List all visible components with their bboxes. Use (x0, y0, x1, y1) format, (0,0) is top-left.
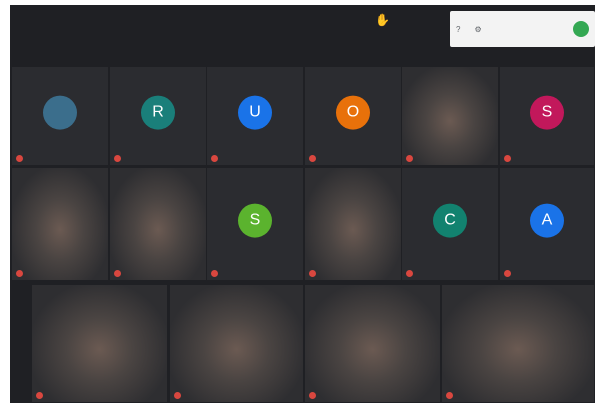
participant-tile[interactable] (305, 285, 440, 402)
video-feed (442, 285, 594, 402)
mic-off-icon (406, 155, 413, 162)
participant-name-label (504, 270, 514, 277)
video-feed (32, 285, 167, 402)
participant-avatar: S (238, 203, 272, 238)
participant-name-label (114, 155, 124, 162)
video-feed (110, 168, 206, 280)
participant-avatar: U (238, 95, 272, 130)
participant-name-label (16, 155, 26, 162)
presenter-indicator[interactable]: ✋ (375, 13, 393, 27)
mic-off-icon (114, 270, 121, 277)
mic-off-icon (406, 270, 413, 277)
participant-name-label (211, 155, 221, 162)
participant-name-label (114, 270, 124, 277)
participant-name-label (36, 392, 46, 399)
participant-name-label (309, 392, 319, 399)
meeting-screen: ✋ ? ⚙ R U O S S C A (10, 5, 595, 403)
video-feed (305, 285, 440, 402)
participant-name-label (16, 270, 26, 277)
participant-name-label (309, 155, 319, 162)
participant-name-label (406, 155, 416, 162)
participant-tile[interactable] (305, 168, 401, 280)
participant-tile[interactable] (402, 67, 498, 165)
participant-tile[interactable]: S (500, 67, 594, 165)
mic-off-icon (309, 270, 316, 277)
participant-avatar: C (433, 203, 467, 238)
participant-name-label (406, 270, 416, 277)
mic-off-icon (114, 155, 121, 162)
mic-off-icon (504, 270, 511, 277)
video-feed (305, 168, 401, 280)
mic-off-icon (504, 155, 511, 162)
participant-name-label (446, 392, 456, 399)
settings-icon[interactable]: ⚙ (474, 25, 481, 34)
mic-off-icon (309, 155, 316, 162)
participant-tile[interactable] (170, 285, 303, 402)
participant-avatar: S (530, 95, 564, 130)
participant-avatar: R (141, 95, 175, 130)
participant-tile[interactable] (32, 285, 167, 402)
participant-name-label (309, 270, 319, 277)
participant-tile[interactable] (12, 67, 108, 165)
mic-off-icon (211, 155, 218, 162)
video-feed (170, 285, 303, 402)
top-bar: ✋ ? ⚙ (10, 5, 595, 49)
participant-tile[interactable]: A (500, 168, 594, 280)
participant-avatar (43, 95, 77, 130)
mic-off-icon (16, 155, 23, 162)
mic-off-icon (16, 270, 23, 277)
mic-off-icon (446, 392, 453, 399)
participant-tile[interactable]: O (305, 67, 401, 165)
participant-tile[interactable]: R (110, 67, 206, 165)
participant-name-label (211, 270, 221, 277)
help-icon[interactable]: ? (456, 25, 460, 34)
participant-tile[interactable]: S (207, 168, 303, 280)
participant-tile[interactable] (12, 168, 108, 280)
participant-tile[interactable]: C (402, 168, 498, 280)
participant-avatar: A (530, 203, 564, 238)
video-feed (12, 168, 108, 280)
avatar[interactable] (573, 21, 589, 37)
video-feed (402, 67, 498, 165)
mic-off-icon (36, 392, 43, 399)
presentation-icon: ✋ (375, 13, 390, 27)
participant-tile[interactable]: U (207, 67, 303, 165)
account-panel: ? ⚙ (450, 11, 595, 47)
participant-name-label (174, 392, 184, 399)
participant-name-label (504, 155, 514, 162)
participant-avatar: O (336, 95, 370, 130)
participant-tile[interactable] (110, 168, 206, 280)
participant-tile[interactable] (442, 285, 594, 402)
mic-off-icon (174, 392, 181, 399)
mic-off-icon (309, 392, 316, 399)
mic-off-icon (211, 270, 218, 277)
